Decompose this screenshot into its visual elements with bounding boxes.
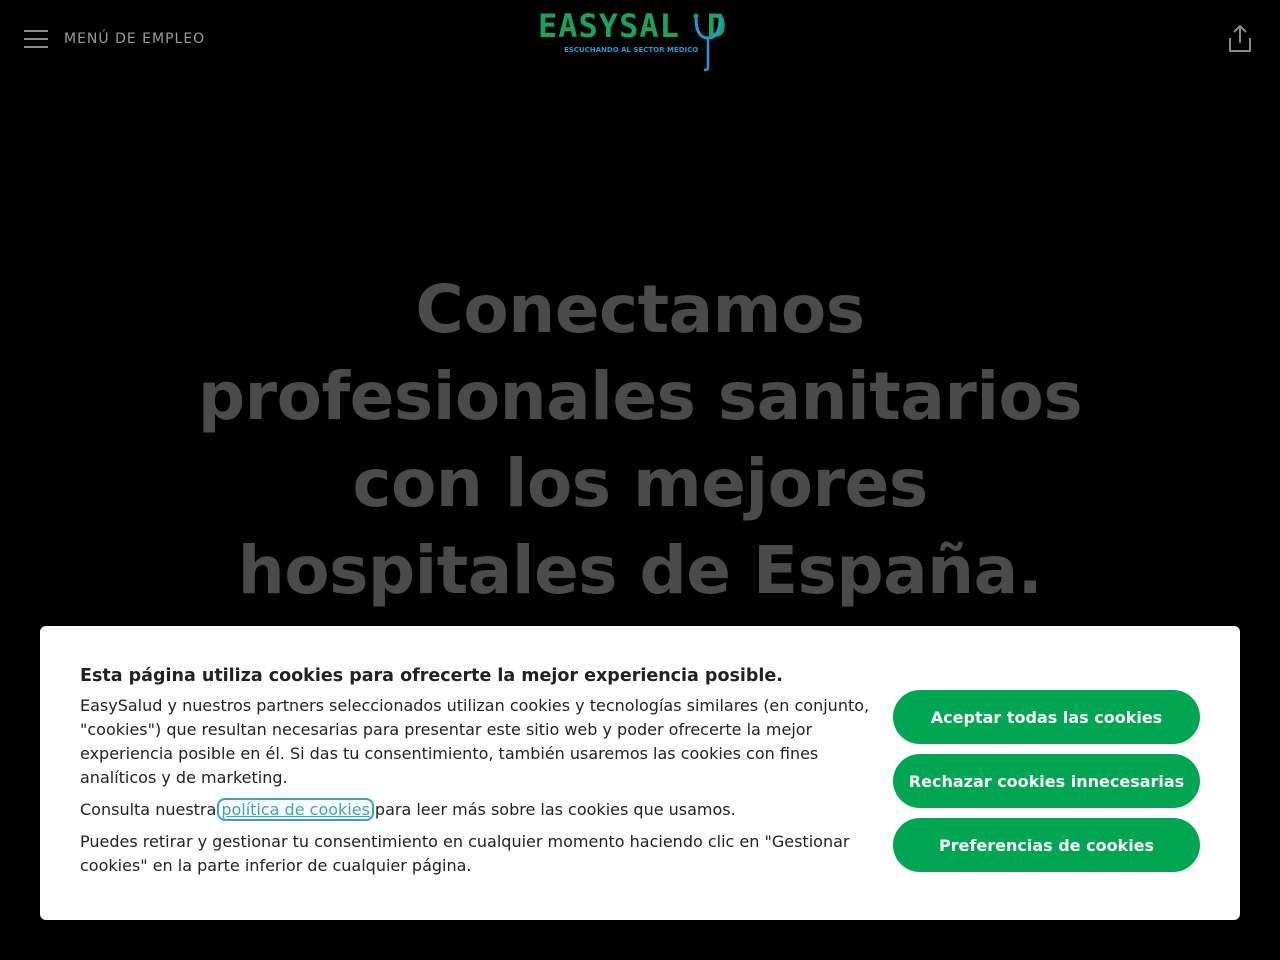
hero-line: hospitales de España. [237,532,1043,609]
cookie-consent-banner: Esta página utiliza cookies para ofrecer… [40,626,1240,920]
job-menu-label[interactable]: MENÚ DE EMPLEO [64,31,205,47]
share-icon [1229,24,1251,52]
hero-line: profesionales sanitarios [197,358,1083,435]
stethoscope-icon [693,13,723,72]
cookie-policy-paragraph: Consulta nuestra política de cookies para … [80,798,870,822]
cookie-text: Esta página utiliza cookies para ofrecer… [80,664,870,886]
hero-headline: Conectamos profesionales sanitarios con … [140,266,1140,614]
cookie-description: EasySalud y nuestros partners selecciona… [80,696,870,787]
cookie-actions: Aceptar todas las cookies Rechazar cooki… [893,690,1200,882]
hero-line: con los mejores [352,445,928,522]
cookie-policy-prefix: Consulta nuestra [80,800,217,819]
share-button[interactable] [1226,24,1254,54]
reject-cookies-button[interactable]: Rechazar cookies innecesarias [893,754,1200,808]
cookie-policy-suffix: para leer más sobre las cookies que usam… [374,800,736,819]
hamburger-icon[interactable] [24,27,48,48]
cookie-policy-link[interactable]: política de cookies [217,798,374,821]
accept-all-cookies-button[interactable]: Aceptar todas las cookies [893,690,1200,744]
job-menu-toggle[interactable]: MENÚ DE EMPLEO [24,27,205,48]
hero-line: Conectamos [415,271,865,348]
cookie-withdraw-paragraph: Puedes retirar y gestionar tu consentimi… [80,832,850,875]
easysalud-logo[interactable]: EASYSAL D ESCUCHANDO AL SECTOR MEDICO [538,8,744,72]
cookie-preferences-button[interactable]: Preferencias de cookies [893,818,1200,872]
logo-tagline: ESCUCHANDO AL SECTOR MEDICO [564,46,699,54]
cookie-title: Esta página utiliza cookies para ofrecer… [80,666,783,686]
site-header: MENÚ DE EMPLEO EASYSAL D ESCUCHANDO AL SE… [0,0,1280,80]
